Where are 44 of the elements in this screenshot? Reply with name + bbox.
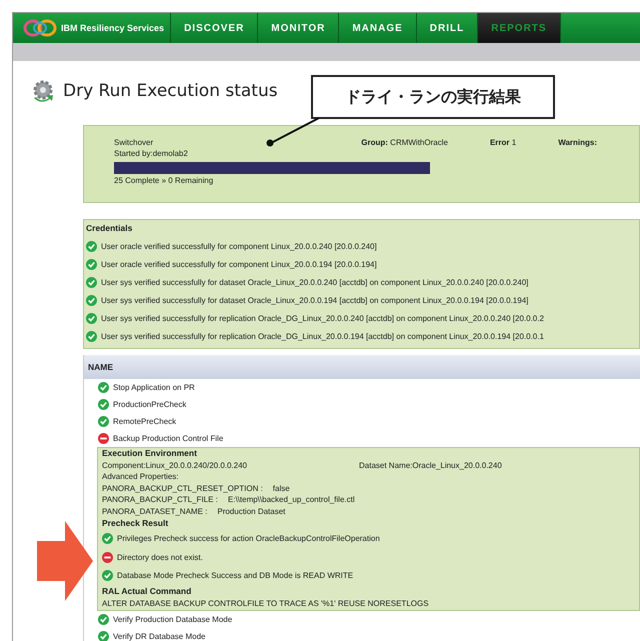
page-title: Dry Run Execution status	[63, 81, 278, 101]
gear-icon	[31, 79, 55, 103]
precheck-message: Privileges Precheck success for action OracleBackupControlFileOperation	[117, 534, 380, 543]
brand-name: IBM Resiliency Services	[61, 23, 164, 33]
precheck-message: Database Mode Precheck Success and DB Mode is READ WRITE	[117, 571, 354, 580]
credential-message: User oracle verified successfully for component Linux_20.0.0.240 [20.0.0.240]	[101, 242, 377, 250]
step-name: Verify DR Database Mode	[113, 632, 206, 640]
leader-line	[265, 117, 321, 147]
dataset-text: Dataset Name:Oracle_Linux_20.0.0.240	[359, 460, 502, 470]
section-title: Execution Environment	[102, 448, 198, 458]
credential-message: User oracle verified successfully for component Linux_20.0.0.194 [20.0.0.194]	[101, 260, 377, 268]
nav-tab[interactable]: REPORTS	[478, 13, 561, 43]
operation-name: Switchover	[114, 138, 154, 147]
started-by: Started by:demolab2	[114, 149, 189, 158]
step-name: ProductionPreCheck	[113, 400, 186, 409]
step-name: Verify Production Database Mode	[113, 614, 232, 624]
warnings-label: Warnings:	[558, 138, 597, 147]
properties-label: Advanced Properties:	[102, 472, 178, 481]
credential-message: User sys verified successfully for replication Oracle_DG_Linux_20.0.0.240 [acctdb] on component Linux_20.0.0.240 [20.0.0.2	[101, 314, 544, 322]
component-text: Component:Linux_20.0.0.240/20.0.0.240	[102, 460, 248, 470]
step-name: Backup Production Control File	[113, 434, 224, 443]
section-title: RAL Actual Command	[102, 586, 192, 596]
property-value: Production Dataset	[217, 506, 286, 516]
error-count: Error 1	[490, 138, 516, 147]
section-title: Credentials	[86, 223, 134, 233]
section-title: Precheck Result	[102, 518, 170, 528]
step-name: RemotePreCheck	[113, 417, 176, 426]
rings-logo-icon	[23, 18, 57, 38]
property-value: false	[272, 484, 290, 492]
callout-label: ドライ・ランの実行結果	[311, 75, 555, 119]
column-header: NAME	[84, 355, 640, 379]
command-text: ALTER DATABASE BACKUP CONTROLFILE TO TRACE AS '%1' REUSE NORESETLOGS	[102, 598, 429, 608]
precheck-message: Directory does not exist.	[117, 552, 203, 562]
progress-text: 25 Complete » 0 Remaining	[114, 176, 214, 185]
property-key: PANORA_DATASET_NAME :	[102, 506, 208, 516]
credential-message: User sys verified successfully for dataset Oracle_Linux_20.0.0.194 [acctdb] on component Linux_20.0.0.194 [20.0.0.194]	[101, 296, 528, 304]
group-label: Group: CRMWithOracle	[361, 138, 448, 147]
property-value: E:\\temp\\backed_up_control_file.ctl	[228, 495, 355, 504]
property-key: PANORA_BACKUP_CTL_FILE :	[102, 495, 218, 504]
step-name: Stop Application on PR	[113, 383, 195, 392]
credential-message: User sys verified successfully for replication Oracle_DG_Linux_20.0.0.194 [acctdb] on component Linux_20.0.0.194 [20.0.0.1	[101, 332, 544, 340]
arrow-icon	[37, 521, 93, 601]
property-key: PANORA_BACKUP_CTL_RESET_OPTION :	[102, 484, 263, 492]
credential-message: User sys verified successfully for dataset Oracle_Linux_20.0.0.240 [acctdb] on component Linux_20.0.0.240 [20.0.0.240]	[101, 278, 528, 286]
